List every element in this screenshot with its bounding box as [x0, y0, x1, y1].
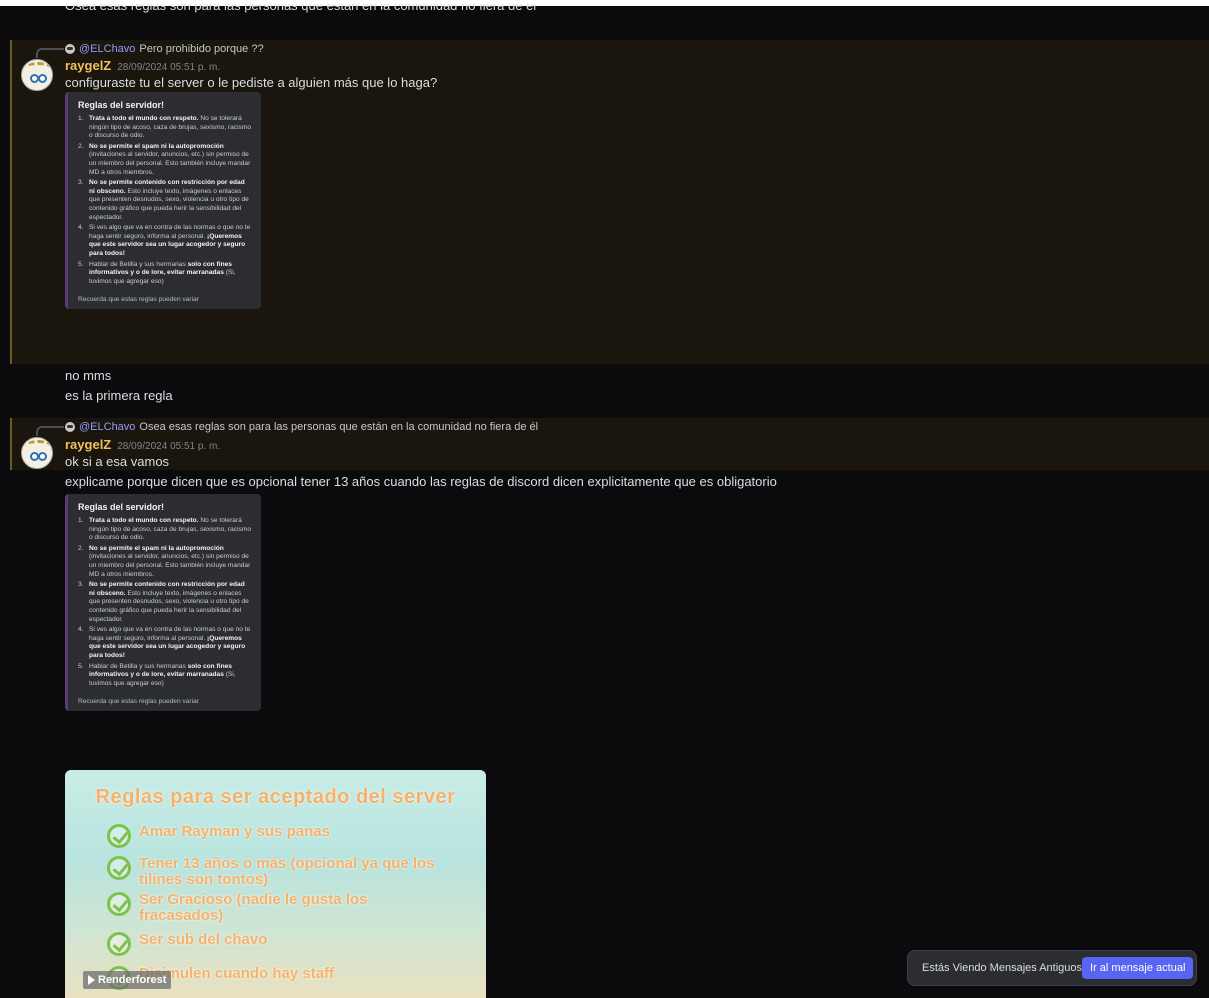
rules-embed[interactable]: Reglas del servidor! 1. Trata a todo el m…: [65, 92, 261, 310]
timestamp: 28/09/2024 05:51 p. m.: [117, 62, 221, 73]
rule-item: 4. Si ves algo que va en contra de las no…: [78, 224, 251, 257]
reply-mention[interactable]: @ELChavo: [79, 43, 135, 55]
rule-item: 1. Trata a todo el mundo con respeto. No …: [78, 115, 251, 140]
poster-item: Ser sub del chavo: [107, 932, 449, 956]
rules-list: 1. Trata a todo el mundo con respeto. No …: [78, 115, 251, 286]
reply-spine: [36, 48, 64, 58]
check-icon: [107, 892, 131, 916]
reply-text: Osea esas reglas son para las personas q…: [139, 421, 539, 433]
viewing-older-messages-bar: Estás Viendo Mensajes Antiguos Ir al men…: [907, 950, 1197, 986]
message-text: ok si a esa vamos: [65, 454, 170, 469]
embed-title: Reglas del servidor!: [78, 100, 165, 110]
rule-item: 3. No se permite contenido con restricció…: [78, 179, 249, 221]
reply-avatar-icon: [65, 44, 75, 54]
message-text: es la primera regla: [65, 388, 173, 403]
rule-item: 2. No se permite el spam ni la autopromoc…: [78, 544, 251, 578]
message-text: no mms: [65, 368, 112, 383]
poster-title: Reglas para ser aceptado del server: [95, 786, 456, 808]
message-header: raygelZ 28/09/2024 05:51 p. m.: [65, 437, 220, 452]
rule-item: 1. Trata a todo el mundo con respeto. No …: [78, 517, 251, 542]
reply-mention[interactable]: @ELChavo: [79, 421, 135, 433]
rules-poster-image[interactable]: Reglas para ser aceptado del server Amar…: [65, 770, 486, 998]
rules-list: 1. Trata a todo el mundo con respeto. No …: [78, 517, 251, 688]
author-name[interactable]: raygelZ: [65, 58, 111, 73]
poster-item: Tener 13 años o más (opcional ya que los…: [107, 856, 449, 888]
jump-to-present-button[interactable]: Ir al mensaje actual: [1082, 957, 1194, 979]
check-icon: [107, 824, 131, 848]
avatar[interactable]: [21, 437, 53, 469]
rule-item: 4. Si ves algo que va en contra de las no…: [78, 626, 251, 659]
reply-preview[interactable]: @ELChavo Osea esas reglas son para las p…: [65, 421, 538, 433]
rule-item: 2. No se permite el spam ni la autopromoc…: [78, 142, 251, 176]
poster-item: Ser Gracioso (nadie le gusta los fracasa…: [107, 892, 449, 924]
reply-spine: [36, 426, 64, 436]
check-icon: [107, 932, 131, 956]
embed-footer: Recuerda que estas reglas pueden variar: [78, 698, 199, 706]
watermark: Renderforest: [83, 971, 172, 989]
embed-footer: Recuerda que estas reglas pueden variar: [78, 296, 199, 304]
previous-message-text: Osea esas reglas son para las personas q…: [65, 4, 537, 13]
author-name[interactable]: raygelZ: [65, 437, 111, 452]
rule-item: 5. Hablar de Betilla y sus hermanas solo …: [78, 662, 236, 687]
reply-text: Pero prohibido porque ??: [139, 43, 264, 55]
timestamp: 28/09/2024 05:51 p. m.: [117, 441, 221, 452]
older-messages-label: Estás Viendo Mensajes Antiguos: [922, 962, 1083, 974]
avatar[interactable]: [21, 59, 53, 91]
play-icon: [88, 975, 95, 985]
rule-item: 3. No se permite contenido con restricció…: [78, 581, 249, 623]
message-header: raygelZ 28/09/2024 05:51 p. m.: [65, 58, 220, 73]
reply-preview[interactable]: @ELChavo Pero prohibido porque ??: [65, 43, 264, 55]
message-text: configuraste tu el server o le pediste a…: [65, 75, 438, 90]
reply-avatar-icon: [65, 422, 75, 432]
embed-title: Reglas del servidor!: [78, 502, 165, 512]
message-text: explicame porque dicen que es opcional t…: [65, 474, 777, 489]
check-icon: [107, 856, 131, 880]
poster-item: Amar Rayman y sus panas: [107, 824, 449, 848]
rule-item: 5. Hablar de Betilla y sus hermanas solo …: [78, 260, 236, 285]
rules-embed[interactable]: Reglas del servidor! 1. Trata a todo el m…: [65, 494, 261, 712]
